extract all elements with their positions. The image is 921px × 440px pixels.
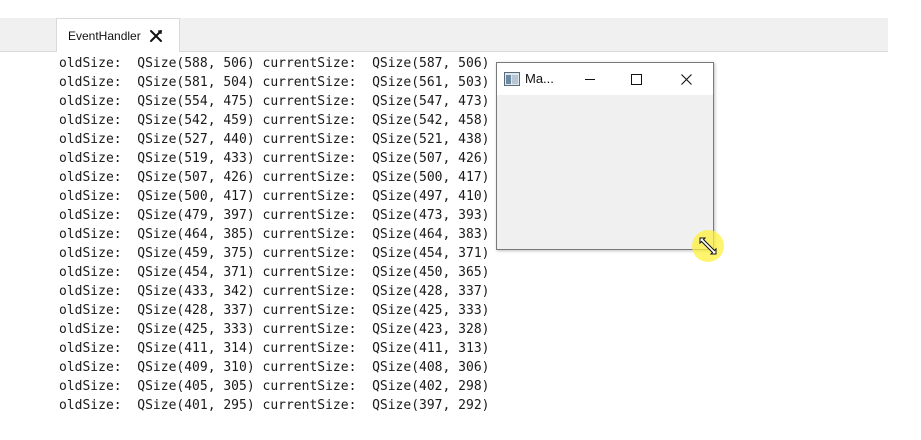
log-line: oldSize: QSize(409, 310) currentSize: QS…: [59, 360, 490, 375]
log-line: oldSize: QSize(428, 337) currentSize: QS…: [59, 303, 490, 318]
log-line: oldSize: QSize(554, 475) currentSize: QS…: [59, 94, 490, 109]
main-window[interactable]: Ma...: [496, 62, 714, 250]
log-line: oldSize: QSize(519, 433) currentSize: QS…: [59, 151, 490, 166]
log-line: oldSize: QSize(459, 375) currentSize: QS…: [59, 246, 490, 261]
log-line: oldSize: QSize(454, 371) currentSize: QS…: [59, 265, 490, 280]
maximize-icon: [631, 74, 642, 85]
log-line: oldSize: QSize(425, 333) currentSize: QS…: [59, 322, 490, 337]
close-button[interactable]: [663, 63, 709, 95]
window-titlebar[interactable]: Ma...: [497, 63, 713, 95]
minimize-button[interactable]: [567, 63, 613, 95]
log-line: oldSize: QSize(464, 385) currentSize: QS…: [59, 227, 490, 242]
log-line: oldSize: QSize(588, 506) currentSize: QS…: [59, 56, 490, 71]
log-line: oldSize: QSize(433, 342) currentSize: QS…: [59, 284, 490, 299]
tab-eventhandler[interactable]: EventHandler: [56, 18, 180, 52]
log-line: oldSize: QSize(479, 397) currentSize: QS…: [59, 208, 490, 223]
console-output: oldSize: QSize(588, 506) currentSize: QS…: [59, 54, 889, 426]
minimize-icon: [585, 79, 595, 80]
log-line: oldSize: QSize(527, 440) currentSize: QS…: [59, 132, 490, 147]
log-line: oldSize: QSize(401, 295) currentSize: QS…: [59, 398, 490, 413]
tab-bar: EventHandler: [0, 18, 888, 52]
tab-label: EventHandler: [68, 28, 141, 43]
log-line: oldSize: QSize(507, 426) currentSize: QS…: [59, 170, 490, 185]
log-line: oldSize: QSize(411, 314) currentSize: QS…: [59, 341, 490, 356]
log-line: oldSize: QSize(542, 459) currentSize: QS…: [59, 113, 490, 128]
qt-window-icon: [504, 72, 520, 86]
resize-diagonal-cursor-icon: [698, 236, 718, 256]
window-title: Ma...: [525, 71, 554, 86]
log-line: oldSize: QSize(500, 417) currentSize: QS…: [59, 189, 490, 204]
log-line: oldSize: QSize(405, 305) currentSize: QS…: [59, 379, 490, 394]
maximize-button[interactable]: [613, 63, 659, 95]
close-icon: [681, 74, 692, 85]
log-line: oldSize: QSize(581, 504) currentSize: QS…: [59, 75, 490, 90]
close-icon[interactable]: [149, 29, 163, 43]
